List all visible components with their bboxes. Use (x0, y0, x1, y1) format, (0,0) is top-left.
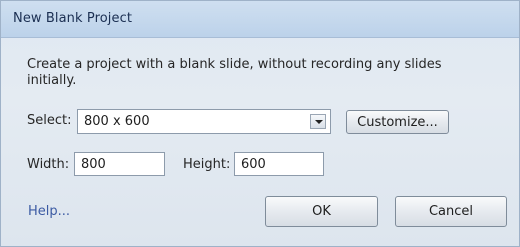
cancel-button[interactable]: Cancel (395, 196, 507, 227)
width-field-value: 800 (81, 157, 106, 172)
width-label: Width: (27, 157, 70, 172)
chevron-down-icon[interactable] (310, 114, 326, 129)
new-blank-project-dialog: New Blank Project Create a project with … (0, 0, 520, 247)
customize-button-label: Customize... (357, 114, 438, 130)
help-link[interactable]: Help... (28, 204, 70, 219)
width-field[interactable]: 800 (74, 152, 165, 176)
select-label: Select: (27, 113, 72, 128)
size-select[interactable]: 800 x 600 (77, 109, 331, 134)
height-label: Height: (183, 157, 231, 172)
cancel-button-label: Cancel (428, 204, 474, 219)
customize-button[interactable]: Customize... (346, 110, 449, 134)
height-field[interactable]: 600 (234, 152, 324, 176)
height-field-value: 600 (241, 157, 266, 172)
dialog-description: Create a project with a blank slide, wit… (27, 57, 442, 88)
size-select-value: 800 x 600 (84, 114, 150, 129)
ok-button-label: OK (312, 204, 331, 219)
ok-button[interactable]: OK (265, 196, 378, 227)
title-bar: New Blank Project (1, 1, 519, 38)
dialog-title: New Blank Project (13, 11, 133, 26)
